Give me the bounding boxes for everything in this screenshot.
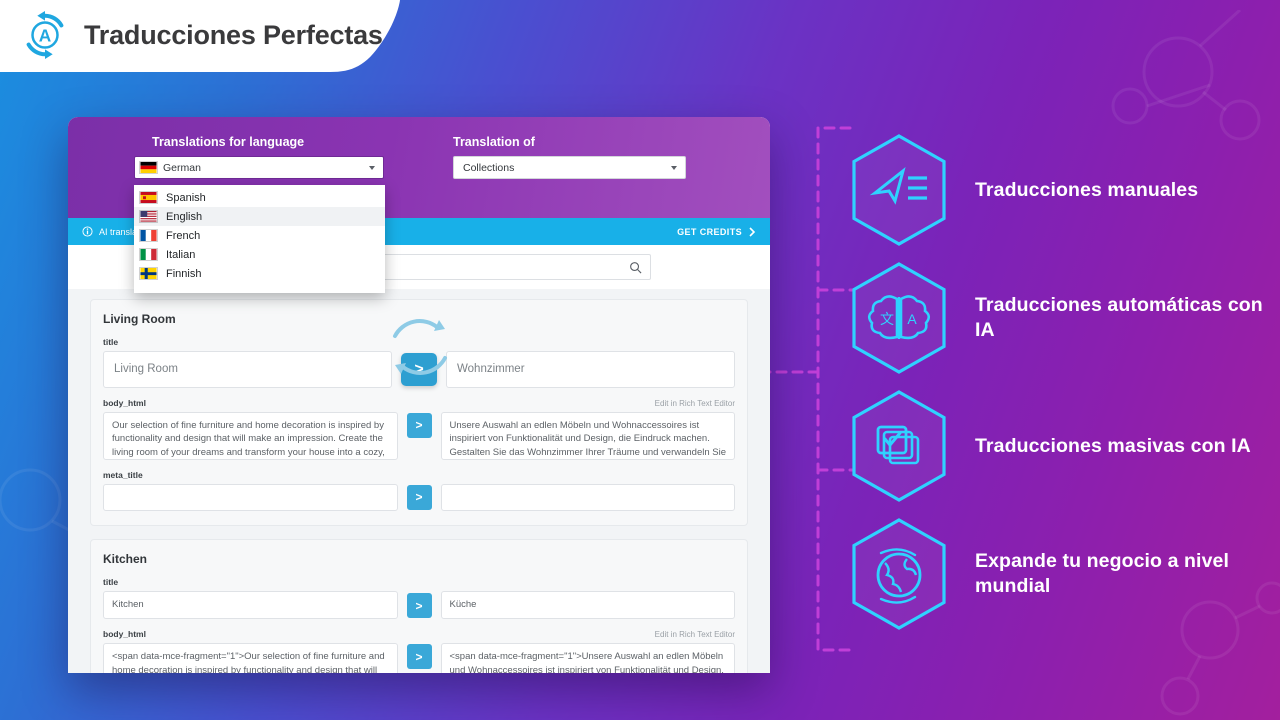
feature-item-ai-auto: 文 A Traducciones automáticas con IA bbox=[845, 254, 1275, 382]
feature-label: Traducciones automáticas con IA bbox=[975, 294, 1263, 341]
translate-button[interactable]: > bbox=[406, 484, 432, 510]
flag-fr-icon bbox=[139, 229, 158, 242]
brain-translate-icon: 文 A bbox=[852, 262, 946, 374]
field-header: title bbox=[103, 577, 735, 587]
cursor-lines-icon bbox=[852, 134, 946, 246]
target-input[interactable]: Unsere Auswahl an edlen Möbeln und Wohna… bbox=[440, 411, 735, 460]
language-select-value: German bbox=[163, 161, 201, 174]
language-select[interactable]: German bbox=[134, 156, 384, 179]
target-input[interactable] bbox=[440, 483, 735, 512]
dropdown-option-french[interactable]: French bbox=[134, 226, 385, 245]
translation-of-label: Translation of bbox=[453, 135, 535, 149]
resource-select[interactable]: Collections bbox=[453, 156, 686, 179]
resource-select-value: Collections bbox=[463, 161, 515, 174]
dropdown-option-label: Italian bbox=[166, 248, 196, 261]
hex-badge: 文 A bbox=[845, 259, 953, 377]
flag-es-icon bbox=[139, 191, 158, 204]
field-header: body_html Edit in Rich Text Editor bbox=[103, 629, 735, 639]
rich-text-editor-link[interactable]: Edit in Rich Text Editor bbox=[655, 630, 735, 639]
translations-for-language-label: Translations for language bbox=[152, 135, 305, 149]
dropdown-option-english[interactable]: English bbox=[134, 207, 385, 226]
hex-badge bbox=[845, 515, 953, 633]
dropdown-option-italian[interactable]: Italian bbox=[134, 245, 385, 264]
feature-label: Expande tu negocio a nivel mundial bbox=[975, 550, 1229, 597]
svg-text:A: A bbox=[907, 311, 917, 327]
svg-text:文: 文 bbox=[880, 311, 894, 327]
get-credits-button[interactable]: GET CREDITS bbox=[677, 227, 756, 237]
field-label: meta_title bbox=[103, 469, 143, 480]
dropdown-option-finnish[interactable]: Finnish bbox=[134, 264, 385, 283]
card-title: Kitchen bbox=[103, 552, 148, 567]
info-circle-icon bbox=[82, 226, 93, 237]
circular-arrow-a-logo-icon: A bbox=[26, 10, 64, 60]
rich-text-editor-link[interactable]: Edit in Rich Text Editor bbox=[655, 399, 735, 408]
translations-content: Living Room title Living Room > Wohnzimm… bbox=[68, 289, 770, 673]
chevron-right-icon bbox=[749, 226, 756, 237]
source-input[interactable] bbox=[103, 483, 398, 512]
translation-card: Living Room title Living Room > Wohnzimm… bbox=[90, 299, 748, 527]
field-header: body_html Edit in Rich Text Editor bbox=[103, 398, 735, 408]
language-dropdown-list[interactable]: Spanish English French Italian Finnish bbox=[134, 185, 385, 293]
field-header: title bbox=[103, 337, 735, 347]
translate-button[interactable]: > bbox=[406, 644, 432, 670]
stacked-checked-pages-icon bbox=[852, 390, 946, 502]
dropdown-option-label: French bbox=[166, 229, 201, 242]
hex-badge bbox=[845, 131, 953, 249]
source-input[interactable]: Our selection of fine furniture and home… bbox=[103, 411, 398, 460]
field-header: meta_title bbox=[103, 470, 735, 480]
translate-button[interactable]: > bbox=[406, 593, 432, 619]
dropdown-option-spanish[interactable]: Spanish bbox=[134, 188, 385, 207]
field-label: title bbox=[103, 577, 119, 588]
dropdown-option-label: English bbox=[166, 210, 203, 223]
feature-item-manual: Traducciones manuales bbox=[845, 126, 1275, 254]
target-input[interactable]: Wohnzimmer bbox=[446, 351, 735, 388]
flag-us-icon bbox=[139, 210, 158, 223]
dropdown-option-label: Finnish bbox=[166, 267, 202, 280]
search-icon[interactable] bbox=[629, 261, 642, 274]
feature-list: Traducciones manuales 文 A Traducciones a… bbox=[845, 126, 1275, 638]
source-input[interactable]: Living Room bbox=[103, 351, 392, 388]
translation-card: Kitchen title Kitchen > Küche body_html … bbox=[90, 539, 748, 673]
chevron-down-icon bbox=[671, 165, 677, 170]
field-label: title bbox=[103, 337, 119, 347]
field-label: body_html bbox=[103, 629, 146, 640]
get-credits-label: GET CREDITS bbox=[677, 226, 742, 237]
translate-button[interactable]: > bbox=[406, 412, 432, 438]
source-input[interactable]: <span data-mce-fragment="1">Our selectio… bbox=[103, 643, 398, 673]
globe-icon bbox=[852, 518, 946, 630]
flag-it-icon bbox=[139, 248, 158, 261]
field-row: Living Room > Wohnzimmer bbox=[103, 351, 735, 388]
feature-item-bulk-ai: Traducciones masivas con IA bbox=[845, 382, 1275, 510]
brand: A Traducciones Perfectas bbox=[0, 0, 383, 70]
field-row: Our selection of fine furniture and home… bbox=[103, 411, 735, 460]
field-row: > bbox=[103, 483, 735, 512]
target-input[interactable]: Küche bbox=[440, 591, 735, 620]
flag-fi-icon bbox=[139, 267, 158, 280]
feature-item-global: Expande tu negocio a nivel mundial bbox=[845, 510, 1275, 638]
page-title: Traducciones Perfectas bbox=[84, 19, 383, 50]
hex-badge bbox=[845, 387, 953, 505]
field-label: body_html bbox=[103, 397, 146, 408]
feature-label: Traducciones manuales bbox=[975, 178, 1199, 201]
translate-button[interactable]: > bbox=[401, 353, 437, 387]
chevron-down-icon bbox=[369, 165, 375, 170]
target-input[interactable]: <span data-mce-fragment="1">Unsere Auswa… bbox=[440, 643, 735, 673]
flag-de-icon bbox=[139, 161, 158, 174]
source-input[interactable]: Kitchen bbox=[103, 591, 398, 620]
feature-label: Traducciones masivas con IA bbox=[975, 434, 1251, 457]
card-title: Living Room bbox=[103, 312, 176, 326]
svg-text:A: A bbox=[39, 26, 52, 46]
field-row: Kitchen > Küche bbox=[103, 591, 735, 620]
dropdown-option-label: Spanish bbox=[166, 191, 206, 204]
field-row: <span data-mce-fragment="1">Our selectio… bbox=[103, 643, 735, 673]
